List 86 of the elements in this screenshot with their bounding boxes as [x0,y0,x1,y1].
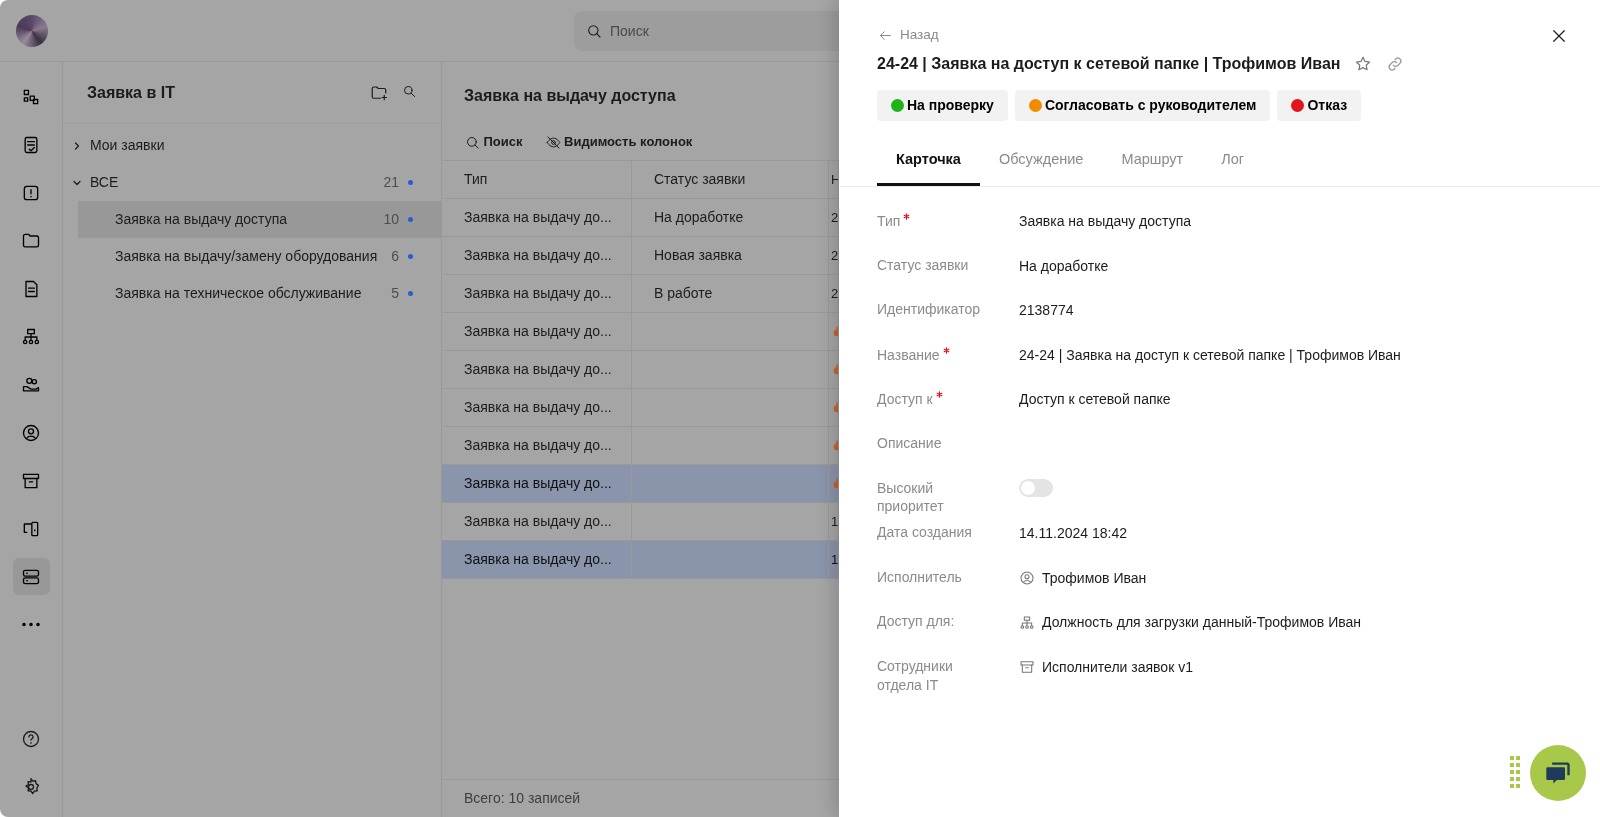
tab[interactable]: Лог [1202,149,1264,186]
table-cell: Заявка на выдачу до... [442,351,632,389]
field-value: 2138774 [1019,302,1074,319]
user-circle-icon [1019,570,1035,587]
item-count: 10 [383,210,399,229]
field-value: Заявка на выдачу доступа [1019,213,1191,229]
field-value[interactable]: Должность для загрузки данный-Трофимов Иван [1042,612,1361,634]
field-label: Сотрудники отдела IT [877,656,954,695]
field-label: Доступ для: [877,612,956,632]
table-cell: На доработке [632,199,829,237]
column-header[interactable]: Тип [442,161,632,199]
chat-button[interactable] [1530,745,1586,801]
field-label: Исполнитель [877,567,963,587]
tree-item[interactable]: Заявка на техническое обслуживание 5 [78,275,441,312]
more-icon [22,622,40,627]
search-icon [586,22,602,39]
panel-title: Заявка в IT [87,82,175,103]
table-cell: Заявка на выдачу до... [442,237,632,275]
column-header[interactable]: Статус заявки [632,161,829,199]
table-cell: Заявка на выдачу до... [442,313,632,351]
close-icon[interactable] [1550,27,1568,45]
tree-item[interactable]: ВСЕ 21 [63,164,441,201]
toggle-switch[interactable] [1019,478,1053,497]
tree-label: Заявка на техническое обслуживание [115,284,362,303]
field-value: На доработке [1019,257,1109,274]
toolbar-button[interactable]: Поиск [464,131,524,153]
table-cell: Заявка на выдачу до... [442,389,632,427]
search-field[interactable]: Поиск [574,10,839,51]
field-label: Доступ к [877,391,933,408]
field-value[interactable]: Исполнители заявок v1 [1042,656,1193,678]
table-cell: 1 [829,541,839,579]
toolbar-button[interactable]: Видимость колонок [544,131,694,153]
status-dot [408,180,413,185]
tree-label: ВСЕ [90,173,119,192]
back-link[interactable]: Назад [877,24,940,47]
item-count: 5 [391,284,399,303]
table-cell: В работе [632,275,829,313]
field-value[interactable]: Трофимов Иван [1042,567,1147,589]
field-value: 24-24 | Заявка на доступ к сетевой папке | Трофимов Иван [1019,346,1401,363]
field-label: Дата создания [877,523,973,543]
rail-button[interactable] [12,558,50,595]
search-icon[interactable] [402,83,417,99]
field-label: Высокий приоритет [877,478,945,517]
tree-item[interactable]: Заявка на выдачу доступа 10 [78,201,441,238]
action-button[interactable]: Отказ [1277,90,1362,122]
hierarchy-icon [1019,614,1035,631]
table-title: Заявка на выдачу доступа [464,87,676,104]
status-dot [408,217,413,222]
search-icon [465,134,480,150]
item-count: 6 [391,247,399,266]
table-cell: Заявка на выдачу до... [442,199,632,237]
table-cell: Заявка на выдачу до... [442,275,632,313]
archive-icon [1019,659,1035,676]
action-button[interactable]: Согласовать с руководителем [1014,90,1271,122]
field-label: Название [877,346,940,363]
action-button[interactable]: На проверку [877,90,1008,122]
table-cell: Заявка на выдачу до... [442,465,632,503]
field-value: 14.11.2024 18:42 [1019,525,1127,542]
tab[interactable]: Маршрут [1102,149,1203,186]
folder-add-icon[interactable] [370,83,388,102]
eye-off-icon [545,134,561,150]
record-title: 24-24 | Заявка на доступ к сетевой папке | Трофимов Иван [877,54,1341,75]
item-count: 21 [383,173,399,192]
tree-item[interactable]: Мои заявки [63,127,441,164]
table-cell: Новая заявка [632,237,829,275]
status-dot [408,254,413,259]
field-value: Доступ к сетевой папке [1019,391,1171,408]
tree-label: Заявка на выдачу/замену оборудования [115,247,378,266]
avatar[interactable] [16,14,48,47]
field-label: Статус заявки [877,255,970,275]
tab[interactable]: Карточка [877,149,980,186]
help-icon[interactable] [21,728,41,749]
status-dot [408,291,413,296]
tree-label: Заявка на выдачу доступа [115,210,287,229]
field-label: Тип [877,213,901,229]
tree-label: Мои заявки [90,136,165,155]
hierarchy-icon [21,326,41,347]
link-icon[interactable] [1386,55,1405,74]
tab[interactable]: Обсуждение [979,149,1103,186]
tree-item[interactable]: Заявка на выдачу/замену оборудования 6 [78,238,441,275]
field-label: Описание [877,433,943,453]
record-count: Всего: 10 записей [464,789,581,808]
field-label: Идентификатор [877,300,982,320]
drag-handle-icon[interactable] [1510,756,1520,788]
user-circle-icon [21,422,41,443]
table-cell: Заявка на выдачу до... [442,541,632,579]
